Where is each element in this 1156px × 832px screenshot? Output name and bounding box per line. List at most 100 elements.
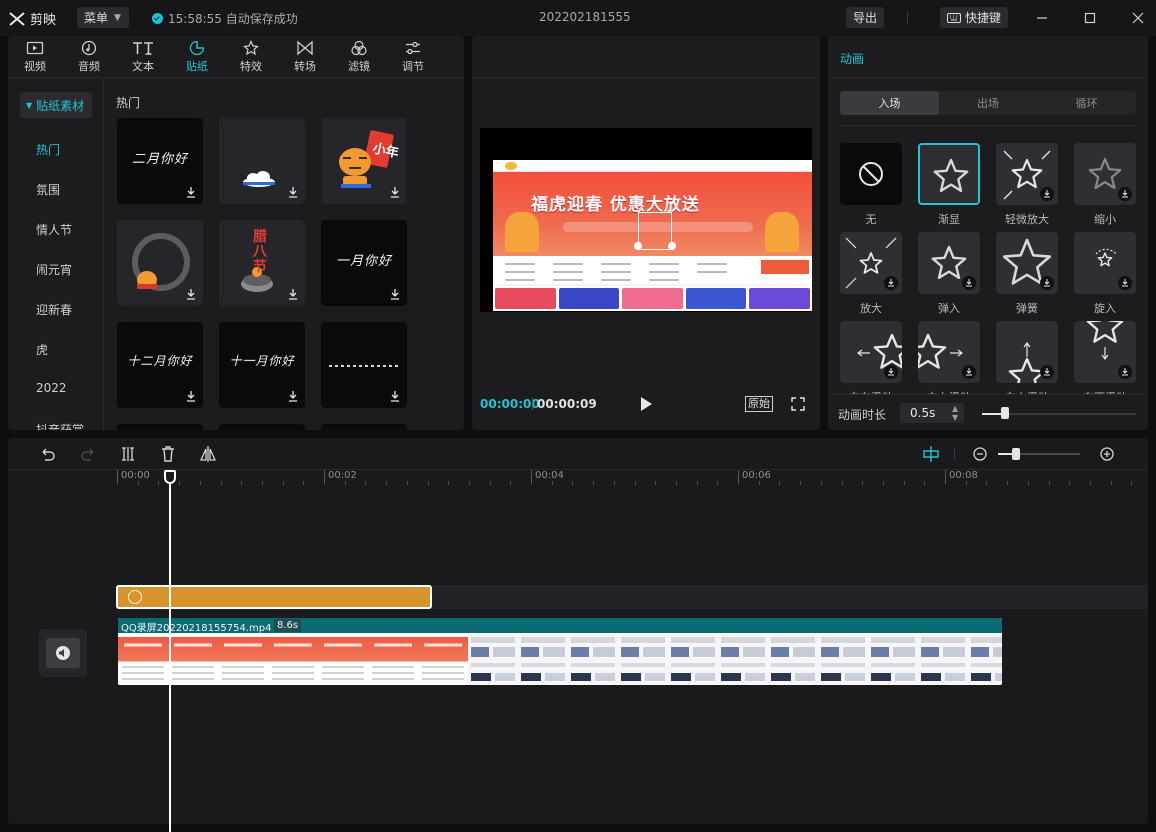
animation-option[interactable] <box>840 321 902 383</box>
sidebar-item-douyin[interactable]: 抖音获赏 <box>36 421 84 430</box>
download-icon <box>289 289 297 300</box>
tab-video[interactable]: 视频 <box>8 36 62 78</box>
tab-audio[interactable]: 音频 <box>62 36 116 78</box>
playhead-handle[interactable] <box>164 470 176 484</box>
animation-option[interactable] <box>996 321 1058 383</box>
sidebar-item-atmosphere[interactable]: 氛围 <box>36 181 60 198</box>
sidebar-item-spring[interactable]: 迎新春 <box>36 301 72 318</box>
promo-card <box>622 288 683 309</box>
zoom-slider-knob[interactable] <box>1012 448 1021 460</box>
tab-sticker[interactable]: 贴纸 <box>170 36 224 78</box>
sticker-tile[interactable] <box>219 424 305 430</box>
snap-icon[interactable] <box>922 445 940 463</box>
animation-option[interactable] <box>996 143 1058 205</box>
ruler-minor-tick <box>179 481 181 485</box>
export-button[interactable]: 导出 <box>846 7 884 28</box>
ruler-minor-tick <box>489 481 491 485</box>
zoom-out-icon[interactable] <box>971 445 989 463</box>
animation-option[interactable] <box>996 232 1058 294</box>
tab-exit[interactable]: 出场 <box>939 91 1038 115</box>
sticker-tile[interactable]: 二月你好 <box>117 118 203 204</box>
tab-transition[interactable]: 转场 <box>278 36 332 78</box>
animation-option[interactable] <box>1074 321 1136 383</box>
sticker-tile[interactable] <box>117 220 203 306</box>
animation-option[interactable] <box>918 143 980 205</box>
tab-label: 滤镜 <box>348 60 370 73</box>
ruler-major-tick <box>324 470 325 484</box>
filter-icon <box>351 40 367 56</box>
play-icon[interactable] <box>639 396 653 412</box>
animation-option[interactable] <box>918 321 980 383</box>
download-icon <box>1040 365 1054 379</box>
jianying-logo-icon <box>9 11 25 26</box>
download-icon <box>391 187 399 198</box>
resize-handle[interactable] <box>634 242 642 250</box>
sticker-tile[interactable]: 腊八节 <box>219 220 305 306</box>
none-icon <box>859 162 883 186</box>
maximize-button[interactable] <box>1080 8 1100 28</box>
animation-option[interactable] <box>840 143 902 205</box>
tab-adjust[interactable]: 调节 <box>386 36 440 78</box>
video-thumbnail <box>568 633 618 685</box>
sticker-tile[interactable]: 十一月你好 <box>219 322 305 408</box>
ruler-major-tick <box>531 470 532 484</box>
sticker-clip[interactable] <box>116 585 432 609</box>
sticker-sidebar: ▼ 贴纸素材 热门 氛围 情人节 闹元宵 迎新春 虎 2022 抖音获赏 <box>8 79 104 430</box>
sidebar-item-hot[interactable]: 热门 <box>36 141 60 158</box>
close-button[interactable] <box>1128 8 1148 28</box>
animation-option[interactable] <box>918 232 980 294</box>
mirror-icon[interactable] <box>199 445 217 463</box>
tab-label: 贴纸 <box>186 60 208 73</box>
sidebar-item-valentine[interactable]: 情人节 <box>36 221 72 238</box>
ruler-minor-tick <box>1007 481 1009 485</box>
sticker-tile[interactable] <box>219 118 305 204</box>
resize-handle[interactable] <box>668 242 676 250</box>
duration-stepper-icon[interactable]: ▲ ▼ <box>952 404 958 422</box>
sticker-selection-box[interactable] <box>638 212 672 250</box>
ruler-minor-tick <box>779 481 781 485</box>
redo-icon[interactable] <box>79 445 97 463</box>
minimize-button[interactable] <box>1032 8 1052 28</box>
tab-loop[interactable]: 循环 <box>1037 91 1136 115</box>
animation-option[interactable] <box>840 232 902 294</box>
sidebar-item-2022[interactable]: 2022 <box>36 381 67 395</box>
zoom-in-icon[interactable] <box>1098 445 1116 463</box>
undo-icon[interactable] <box>39 445 57 463</box>
duration-slider-knob[interactable] <box>1001 407 1010 419</box>
sticker-tile[interactable]: 十二月你好 <box>117 322 203 408</box>
time-ruler[interactable]: 00:00 00:02 00:04 00:06 00:08 <box>8 470 1148 485</box>
inspector-title[interactable]: 动画 <box>840 50 864 67</box>
tab-text[interactable]: 文本 <box>116 36 170 78</box>
sticker-tile[interactable] <box>117 424 203 430</box>
preview-header <box>472 36 820 78</box>
download-icon <box>1118 276 1132 290</box>
shortcut-button[interactable]: 快捷键 <box>940 7 1008 28</box>
video-thumbnail <box>668 633 718 685</box>
sticker-category-toggle[interactable]: ▼ 贴纸素材 <box>20 92 92 118</box>
playhead-line[interactable] <box>169 474 171 832</box>
aspect-ratio-button[interactable]: 原始 <box>745 396 773 412</box>
video-canvas[interactable]: 福虎迎春 优惠大放送 <box>480 128 812 312</box>
sidebar-item-tiger[interactable]: 虎 <box>36 341 48 358</box>
sticker-tile[interactable]: 一月你好 <box>321 220 407 306</box>
animation-option[interactable] <box>1074 232 1136 294</box>
tab-enter[interactable]: 入场 <box>840 91 939 115</box>
animation-option[interactable] <box>1074 143 1136 205</box>
sticker-icon <box>189 40 205 56</box>
sticker-tile[interactable] <box>321 424 407 430</box>
track-mute-button[interactable] <box>39 629 87 677</box>
fullscreen-icon[interactable] <box>791 397 805 411</box>
inspector-panel: 动画 入场 出场 循环 无渐显轻微放大缩小放大弹入弹簧旋入向左滑动向右滑动向上滑… <box>828 36 1148 430</box>
download-icon <box>289 391 297 402</box>
ruler-minor-tick <box>199 481 201 485</box>
tab-filter[interactable]: 滤镜 <box>332 36 386 78</box>
video-clip[interactable]: QQ录屏20220218155754.mp4 8.6s <box>118 618 1002 685</box>
tab-effects[interactable]: 特效 <box>224 36 278 78</box>
sticker-tile[interactable]: 小年 <box>321 118 407 204</box>
promo-banner: 福虎迎春 优惠大放送 <box>493 172 812 256</box>
sticker-tile[interactable] <box>321 322 407 408</box>
delete-icon[interactable] <box>159 445 177 463</box>
menu-button[interactable]: 菜单 ▼ <box>77 7 129 28</box>
sidebar-item-lantern[interactable]: 闹元宵 <box>36 261 72 278</box>
split-icon[interactable] <box>119 445 137 463</box>
